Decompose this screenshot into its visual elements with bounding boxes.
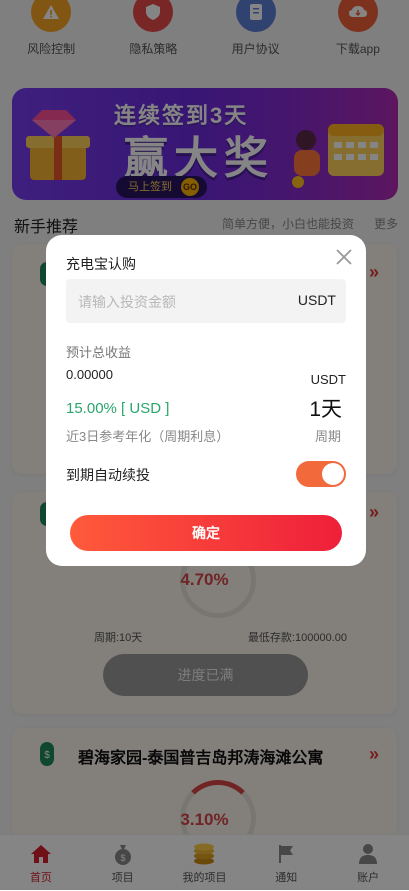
amount-unit: USDT <box>297 292 336 308</box>
rate-note: 近3日参考年化（周期利息） <box>66 429 230 444</box>
total-income-unit: USDT <box>310 372 346 387</box>
confirm-button[interactable]: 确定 <box>70 515 342 551</box>
period-label: 周期 <box>314 429 341 444</box>
modal-title: 充电宝认购 <box>66 256 136 272</box>
auto-reinvest-label: 到期自动续投 <box>66 467 150 483</box>
toggle-knob <box>322 463 344 485</box>
amount-field: USDT <box>66 279 346 325</box>
period-days: 1天 <box>309 398 342 421</box>
annual-rate: 15.00% [ USD ] <box>66 400 170 417</box>
total-income-label: 预计总收益 <box>66 345 132 360</box>
subscribe-modal: 充电宝认购 USDT 预计总收益 0.00000 USDT 15.00% [ U… <box>46 235 366 566</box>
home-page: 风险控制 隐私策略 用户协议 下载app 连续签到3天 赢大奖 马上签到 GO … <box>0 0 409 891</box>
auto-reinvest-toggle[interactable] <box>296 461 346 487</box>
close-icon[interactable] <box>333 246 355 268</box>
total-income-value: 0.00000 <box>66 367 113 382</box>
amount-input[interactable] <box>76 279 280 325</box>
